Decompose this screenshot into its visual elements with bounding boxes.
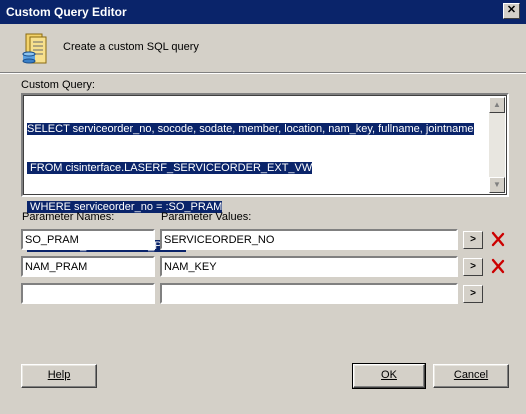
parameter-names-label: Parameter Names: [22, 211, 115, 223]
parameter-values-label: Parameter Values: [161, 211, 252, 223]
help-button-label: Help [47, 369, 71, 381]
scroll-down-button[interactable]: ▼ [489, 177, 505, 193]
query-line: FROM cisinterface.LASERF_SERVICEORDER_EX… [27, 162, 313, 174]
cancel-button-label: Cancel [453, 369, 489, 381]
vertical-scrollbar[interactable]: ▲ ▼ [489, 97, 505, 193]
delete-icon[interactable] [490, 231, 506, 247]
close-icon: ✕ [506, 4, 517, 16]
browse-button[interactable]: > [463, 231, 483, 249]
ok-button-label: OK [381, 369, 397, 381]
query-text[interactable]: SELECT serviceorder_no, socode, sodate, … [27, 97, 489, 279]
query-line: SELECT serviceorder_no, socode, sodate, … [27, 123, 474, 135]
help-button[interactable]: Help [21, 364, 97, 388]
custom-query-textarea[interactable]: SELECT serviceorder_no, socode, sodate, … [21, 93, 509, 252]
browse-button[interactable]: > [463, 258, 483, 276]
close-button[interactable]: ✕ [503, 3, 520, 19]
custom-query-label: Custom Query: [21, 79, 95, 91]
title-bar: Custom Query Editor ✕ [0, 0, 526, 24]
delete-icon[interactable] [490, 258, 506, 274]
parameter-value-field[interactable]: NAM_KEY [160, 256, 458, 277]
header-text: Create a custom SQL query [63, 41, 199, 53]
cancel-button[interactable]: Cancel [433, 364, 509, 388]
ok-button[interactable]: OK [352, 363, 426, 389]
browse-button[interactable]: > [463, 285, 483, 303]
database-icon [22, 33, 47, 64]
parameter-name-field[interactable] [21, 283, 155, 304]
header-panel: Create a custom SQL query [0, 24, 526, 72]
header-divider [0, 72, 526, 74]
window-title: Custom Query Editor [6, 5, 127, 19]
parameter-value-field[interactable] [160, 283, 458, 304]
parameter-name-field[interactable]: SO_PRAM [21, 229, 155, 250]
parameter-value-field[interactable]: SERVICEORDER_NO [160, 229, 458, 250]
scroll-up-button[interactable]: ▲ [489, 97, 505, 113]
parameter-name-field[interactable]: NAM_PRAM [21, 256, 155, 277]
